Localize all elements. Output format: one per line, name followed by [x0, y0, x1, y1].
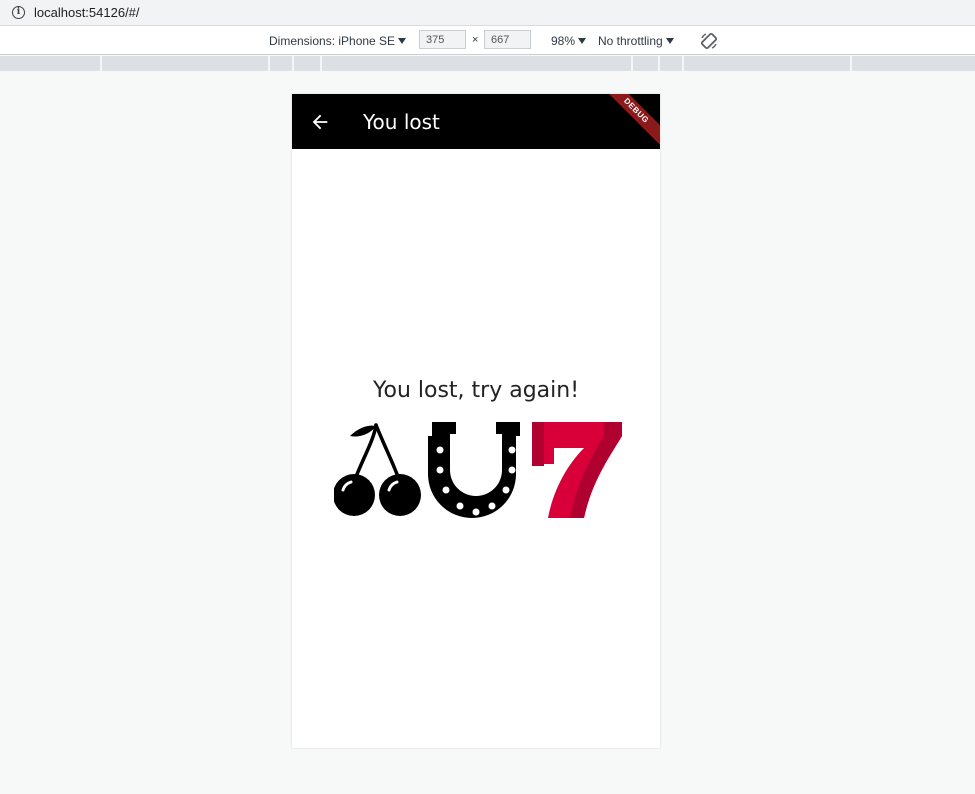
throttling-dropdown[interactable]: No throttling: [598, 34, 674, 48]
throttling-label: No throttling: [598, 34, 663, 48]
app-bar-title: You lost: [363, 110, 440, 134]
cherries-icon: [334, 423, 421, 516]
app-bar: You lost DEBUG: [292, 94, 660, 152]
dimensions-label: Dimensions: iPhone SE: [269, 34, 396, 48]
slot-symbols: [334, 422, 622, 518]
zoom-label: 98%: [551, 34, 576, 48]
info-icon[interactable]: i: [12, 6, 25, 19]
arrow-back-icon[interactable]: [309, 111, 331, 133]
dimensions-dropdown[interactable]: Dimensions: iPhone SE: [269, 34, 407, 48]
rotate-icon[interactable]: [699, 31, 719, 51]
browser-address-bar[interactable]: i localhost:54126/#/: [0, 0, 975, 26]
url-text[interactable]: localhost:54126/#/: [34, 5, 140, 20]
device-toolbar: Dimensions: iPhone SE 375 × 667 98% No t…: [0, 26, 975, 55]
zoom-dropdown[interactable]: 98%: [551, 34, 587, 48]
caret-down-icon: [578, 38, 587, 44]
width-input[interactable]: 375: [419, 30, 466, 49]
device-viewport: You lost DEBUG You lost, try again!: [292, 94, 660, 748]
caret-down-icon: [398, 38, 407, 44]
media-query-ruler[interactable]: [0, 56, 975, 71]
caret-down-icon: [665, 38, 674, 44]
result-message: You lost, try again!: [372, 378, 580, 403]
height-input[interactable]: 667: [484, 30, 531, 49]
horseshoe-icon: [428, 422, 520, 518]
dimension-separator: ×: [472, 34, 479, 46]
debug-banner: DEBUG: [595, 94, 660, 152]
seven-icon: [532, 422, 622, 518]
